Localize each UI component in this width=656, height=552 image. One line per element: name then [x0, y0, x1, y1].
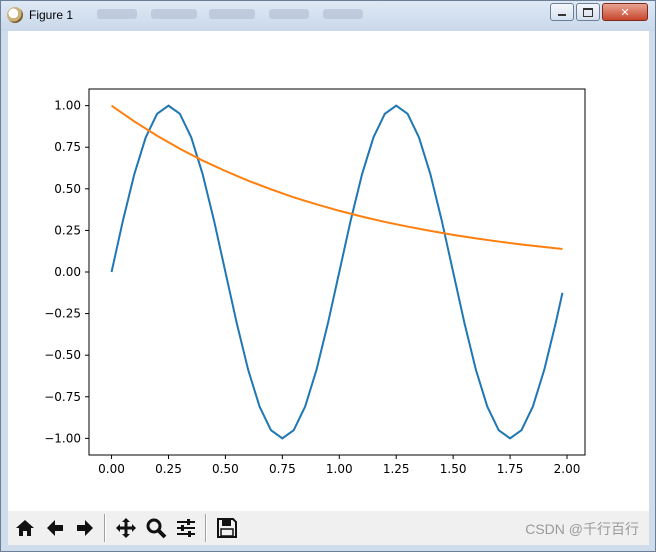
minimize-icon [558, 14, 566, 16]
figure-canvas[interactable]: 0.00 0.25 0.50 0.75 1.00 1.25 1.50 1.75 2.00 −1.… [8, 31, 649, 511]
forward-button[interactable] [71, 514, 99, 542]
home-button[interactable] [11, 514, 39, 542]
y-tick-label: 0.75 [54, 140, 81, 154]
window-title: Figure 1 [29, 8, 74, 22]
series-line-2 [110, 104, 563, 251]
title-bar[interactable]: Figure 1 ✕ [1, 1, 655, 31]
figure-window: Figure 1 ✕ 0.00 0.25 0.50 0.75 1.00 1.25 1.50 1… [0, 0, 656, 552]
blurred-region [151, 9, 197, 19]
y-tick-label: −0.75 [44, 390, 81, 404]
x-tick-label: 1.25 [383, 462, 410, 476]
x-tick-label: 0.50 [212, 462, 239, 476]
x-tick-label: 1.75 [497, 462, 524, 476]
y-tick-label: 0.25 [54, 223, 81, 237]
navigation-toolbar: CSDN @千行百行 [8, 511, 649, 545]
save-button[interactable] [213, 514, 241, 542]
blurred-region [97, 9, 137, 19]
x-tick-label: 0.25 [155, 462, 182, 476]
y-tick-label: 0.00 [54, 265, 81, 279]
zoom-button[interactable] [142, 514, 170, 542]
pan-button[interactable] [112, 514, 140, 542]
x-tick-label: 2.00 [554, 462, 581, 476]
x-tick-label: 1.50 [440, 462, 467, 476]
toolbar-separator [205, 514, 207, 542]
minimize-button[interactable] [550, 3, 574, 21]
back-button[interactable] [41, 514, 69, 542]
matplotlib-app-icon [7, 7, 23, 23]
move-icon [116, 518, 136, 538]
blurred-region [323, 9, 363, 19]
configure-subplots-button[interactable] [172, 514, 200, 542]
blurred-region [269, 9, 309, 19]
maximize-button[interactable] [576, 3, 600, 21]
axes-frame [88, 88, 586, 456]
blurred-region [209, 9, 255, 19]
x-tick-label: 1.00 [326, 462, 353, 476]
y-tick-label: −1.00 [44, 431, 81, 445]
sliders-icon [177, 519, 195, 537]
series-line-1 [110, 104, 564, 440]
y-tick-label: −0.25 [44, 307, 81, 321]
close-button[interactable]: ✕ [602, 3, 648, 21]
toolbar-separator [104, 514, 106, 542]
y-tick-label: 0.50 [54, 182, 81, 196]
y-tick-label: −0.50 [44, 348, 81, 362]
arrow-right-icon [77, 520, 93, 536]
maximize-icon [583, 7, 593, 17]
arrow-left-icon [47, 520, 63, 536]
home-icon [16, 520, 34, 536]
close-icon: ✕ [620, 5, 630, 19]
line-chart: 0.00 0.25 0.50 0.75 1.00 1.25 1.50 1.75 2.00 −1.… [44, 88, 586, 476]
magnifier-icon [146, 518, 167, 539]
x-tick-label: 0.00 [98, 462, 125, 476]
x-tick-label: 0.75 [269, 462, 296, 476]
floppy-disk-icon [217, 518, 237, 538]
figure-client-area: 0.00 0.25 0.50 0.75 1.00 1.25 1.50 1.75 2.00 −1.… [8, 31, 649, 545]
y-tick-label: 1.00 [54, 99, 81, 113]
watermark-text: CSDN @千行百行 [525, 521, 639, 537]
